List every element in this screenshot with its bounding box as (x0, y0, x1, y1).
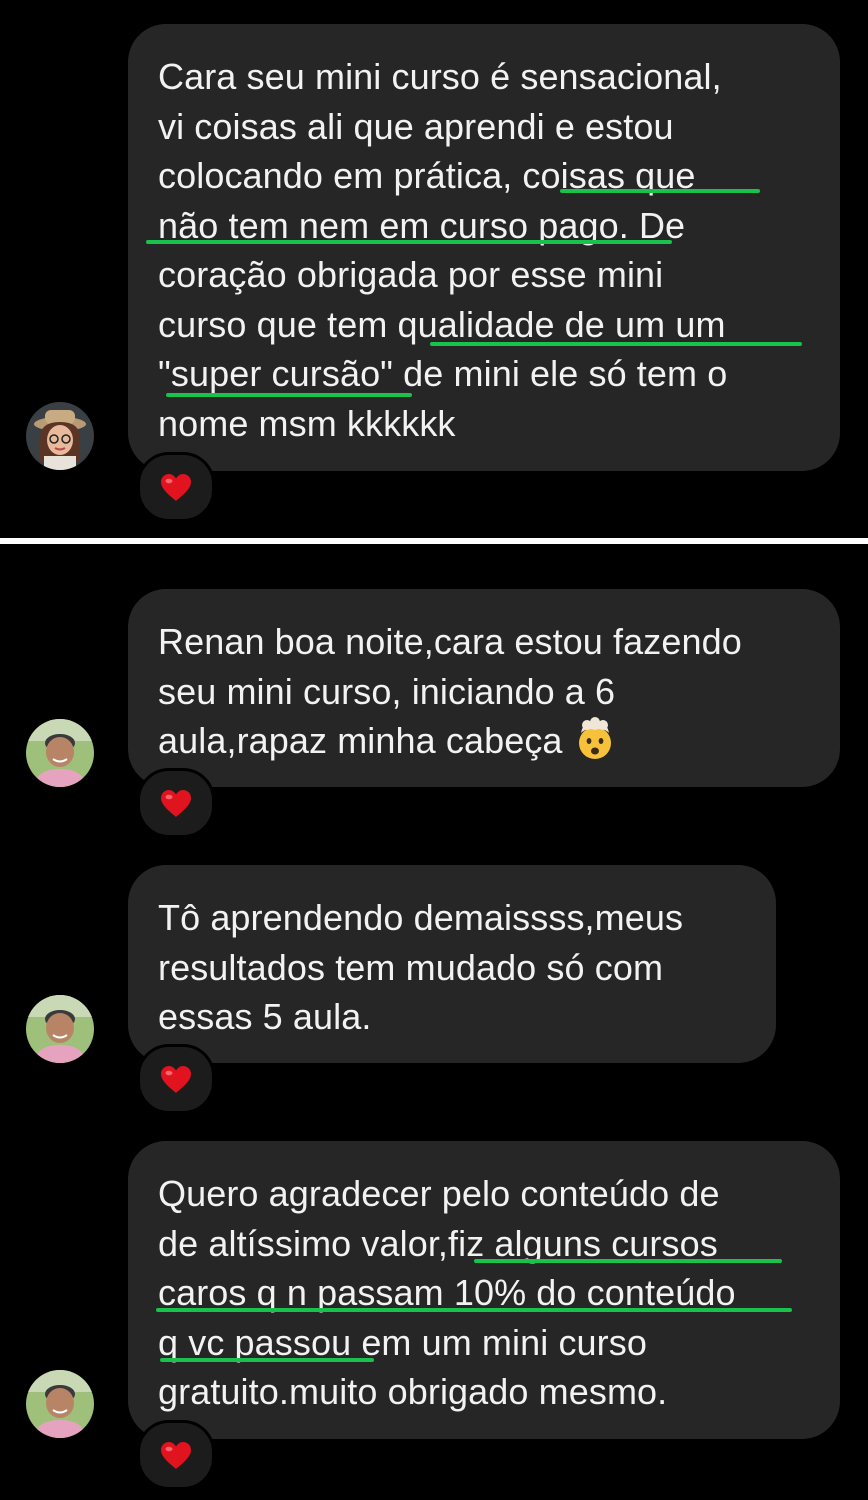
male-avatar-icon (26, 995, 94, 1063)
message-text-1: Cara seu mini curso é sensacional, vi co… (158, 56, 728, 444)
male-avatar-icon (26, 1370, 94, 1438)
top-screenshot-panel: Cara seu mini curso é sensacional, vi co… (0, 0, 868, 538)
exploding-head-emoji (578, 717, 611, 759)
reaction-pill-2[interactable] (137, 768, 215, 838)
avatar-male[interactable] (26, 1370, 94, 1438)
heart-icon (161, 474, 191, 501)
heart-icon (161, 790, 191, 817)
message-bubble-1[interactable]: Cara seu mini curso é sensacional, vi co… (128, 24, 840, 471)
heart-icon (161, 1442, 191, 1469)
reaction-pill-1[interactable] (137, 452, 215, 522)
highlight-underline (156, 1308, 792, 1312)
avatar-male[interactable] (26, 995, 94, 1063)
male-avatar-icon (26, 719, 94, 787)
message-text-4: Quero agradecer pelo conteúdo de de altí… (158, 1173, 736, 1412)
message-text-2-wrap: Renan boa noite,cara estou fazendo seu m… (158, 617, 810, 766)
reaction-pill-3[interactable] (137, 1044, 215, 1114)
reaction-pill-4[interactable] (137, 1420, 215, 1490)
heart-icon (161, 1066, 191, 1093)
highlight-underline (166, 393, 412, 397)
message-bubble-4[interactable]: Quero agradecer pelo conteúdo de de altí… (128, 1141, 840, 1439)
message-text-2: Renan boa noite,cara estou fazendo seu m… (158, 621, 742, 761)
highlight-underline (160, 1358, 374, 1362)
message-text-3: Tô aprendendo demaissss,meus resultados … (158, 897, 684, 1037)
message-bubble-2[interactable]: Renan boa noite,cara estou fazendo seu m… (128, 589, 840, 787)
highlight-underline (430, 342, 802, 346)
highlight-underline (474, 1259, 782, 1263)
avatar-male[interactable] (26, 719, 94, 787)
avatar-female[interactable] (26, 402, 94, 470)
highlight-underline (560, 189, 760, 193)
message-bubble-3[interactable]: Tô aprendendo demaissss,meus resultados … (128, 865, 776, 1063)
highlight-underline (146, 240, 672, 244)
female-avatar-icon (26, 402, 94, 470)
bottom-screenshot-panel: Renan boa noite,cara estou fazendo seu m… (0, 544, 868, 1500)
